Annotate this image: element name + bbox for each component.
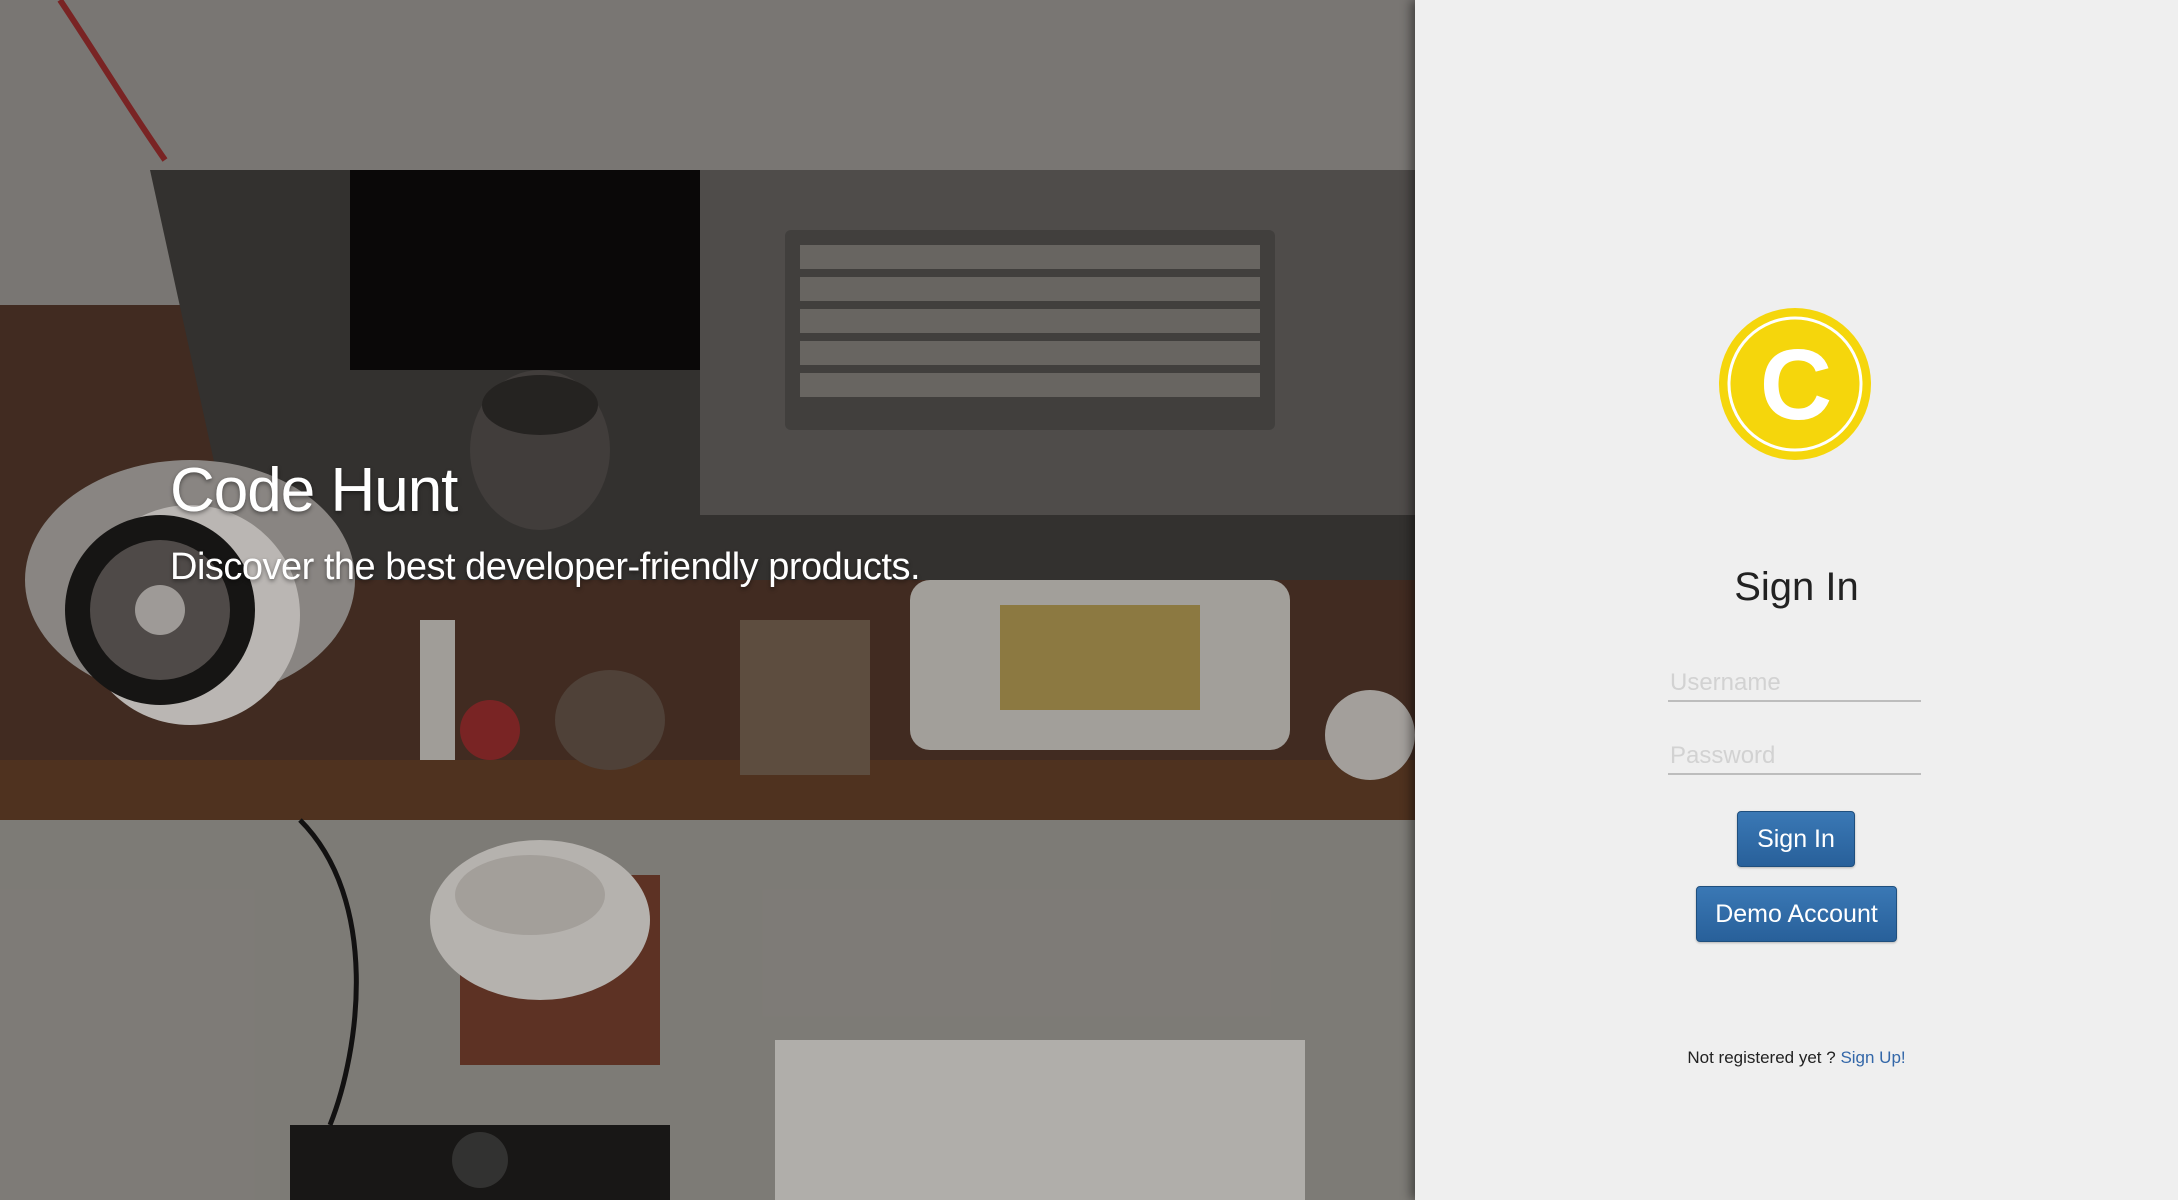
hero-section: Code Hunt Discover the best developer-fr… [0, 0, 1415, 1200]
register-prompt: Not registered yet ? Sign Up! [1415, 1048, 2178, 1068]
demo-account-button[interactable]: Demo Account [1696, 886, 1897, 942]
logo-letter: C [1760, 329, 1832, 441]
signin-button[interactable]: Sign In [1737, 811, 1855, 867]
hero-dim-overlay [0, 0, 1415, 1200]
signup-link[interactable]: Sign Up! [1840, 1048, 1905, 1067]
register-prompt-text: Not registered yet ? [1687, 1048, 1841, 1067]
code-hunt-logo-icon: C [1719, 308, 1871, 460]
hero-subtitle: Discover the best developer-friendly pro… [170, 546, 921, 588]
login-page: Code Hunt Discover the best developer-fr… [0, 0, 2178, 1200]
signin-title: Sign In [1734, 565, 1859, 609]
username-input[interactable] [1668, 666, 1921, 702]
password-input[interactable] [1668, 739, 1921, 775]
hero-title: Code Hunt [170, 456, 458, 525]
signin-panel: C Sign In Sign In Demo Account Not regis… [1415, 0, 2178, 1200]
